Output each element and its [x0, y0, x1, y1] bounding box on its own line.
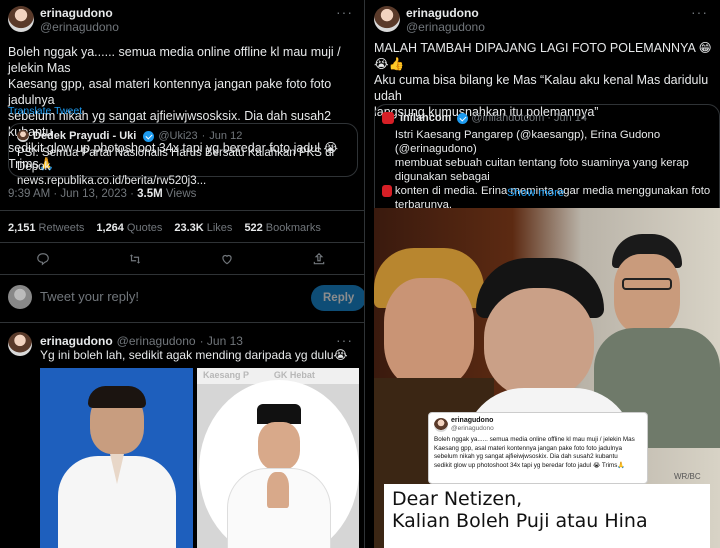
- more-options-icon[interactable]: ···: [336, 4, 353, 20]
- author-name[interactable]: erinagudono: [40, 6, 119, 20]
- quoted-author-name: Dedek Prayudi - Uki: [33, 130, 137, 142]
- author-name[interactable]: erinagudono: [406, 6, 485, 20]
- tweet-timestamp: 9:39 AM · Jun 13, 2023 · 3.5M Views: [8, 188, 196, 200]
- inilah-logo-icon: [382, 112, 394, 124]
- user-avatar: [8, 285, 32, 309]
- face-left: [384, 278, 474, 388]
- reply-author-handle[interactable]: @erinagudono: [117, 334, 196, 348]
- verified-badge-icon: [457, 112, 469, 124]
- like-icon[interactable]: [220, 252, 234, 266]
- translate-link[interactable]: Translate Tweet: [8, 105, 82, 117]
- reply-author-name[interactable]: erinagudono: [40, 334, 113, 348]
- poster-caption: Dear Netizen, Kalian Boleh Puji atau Hin…: [384, 484, 710, 548]
- verified-badge-icon: [143, 130, 155, 142]
- quoted-author-handle: @Uki23: [158, 130, 198, 142]
- embedded-handle: @erinagudono: [451, 425, 494, 432]
- divider: [0, 242, 364, 243]
- embedded-name: erinagudono: [451, 417, 494, 424]
- reply-input[interactable]: Tweet your reply!: [40, 289, 139, 304]
- avatar[interactable]: [8, 6, 34, 32]
- face-center: [484, 288, 594, 398]
- watermark: WR/BC: [674, 472, 701, 481]
- reply-text: Yg ini boleh lah, sedikit agak mending d…: [40, 348, 348, 362]
- bookmarks-stat[interactable]: 522 Bookmarks: [244, 222, 320, 234]
- views-label: Views: [162, 188, 197, 200]
- views-count: 3.5M: [137, 188, 163, 200]
- share-icon[interactable]: [312, 252, 326, 266]
- engagement-stats: 2,151 Retweets 1,264 Quotes 23.3K Likes 522…: [8, 222, 333, 234]
- siren-icon: [382, 185, 392, 197]
- author-block: erinagudono @erinagudono: [406, 6, 485, 34]
- action-bar: [36, 252, 326, 266]
- embedded-text: Boleh nggak ya...... semua media online …: [434, 436, 635, 469]
- timestamp-text: 9:39 AM · Jun 13, 2023 ·: [8, 188, 138, 200]
- right-tweet-panel: erinagudono @erinagudono ··· MALAH TAMBA…: [365, 0, 720, 548]
- author-handle[interactable]: @erinagudono: [406, 20, 485, 34]
- more-options-icon[interactable]: ···: [336, 332, 353, 348]
- more-options-icon[interactable]: ···: [691, 4, 708, 20]
- author-handle[interactable]: @erinagudono: [40, 20, 119, 34]
- reply-icon[interactable]: [36, 252, 50, 266]
- reply-date: · Jun 13: [199, 334, 243, 348]
- face-right: [614, 254, 680, 334]
- quoted-tweet[interactable]: Dedek Prayudi - Uki @Uki23 · Jun 12 PSI:…: [8, 123, 358, 187]
- quoted-author-handle: @inilahdotcom: [471, 112, 545, 124]
- embedded-tweet-card: erinagudono @erinagudono Boleh nggak ya.…: [428, 412, 648, 484]
- quoted-date: Jun 12: [209, 130, 243, 142]
- glasses-icon: [622, 278, 672, 290]
- quoted-author-name: inilahcom: [400, 112, 452, 124]
- retweet-icon[interactable]: [128, 252, 142, 266]
- author-block: erinagudono @erinagudono: [40, 6, 119, 34]
- quoted-avatar: [17, 130, 29, 142]
- quotes-stat[interactable]: 1,264 Quotes: [96, 222, 162, 234]
- avatar[interactable]: [374, 6, 400, 32]
- show-more-link[interactable]: Show more: [507, 187, 564, 199]
- quoted-text: PSI: Semua Partai Nasionalis Harus Bersa…: [17, 147, 335, 187]
- quoted-date: · Jun 14: [547, 112, 588, 124]
- embedded-avatar: [434, 418, 448, 432]
- reply-avatar[interactable]: [8, 332, 32, 356]
- divider: [0, 274, 364, 275]
- retweets-stat[interactable]: 2,151 Retweets: [8, 222, 84, 234]
- reply-photo-portrait[interactable]: Kaesang P GK Hebat: [197, 368, 359, 548]
- reply-header: erinagudono @erinagudono · Jun 13: [40, 334, 243, 348]
- likes-stat[interactable]: 23.3K Likes: [174, 222, 232, 234]
- divider: [0, 210, 364, 211]
- reply-photo-formal[interactable]: [40, 368, 193, 548]
- left-tweet-panel: erinagudono @erinagudono ··· Boleh nggak…: [0, 0, 365, 548]
- divider: [0, 322, 364, 323]
- reply-button[interactable]: Reply: [311, 285, 364, 311]
